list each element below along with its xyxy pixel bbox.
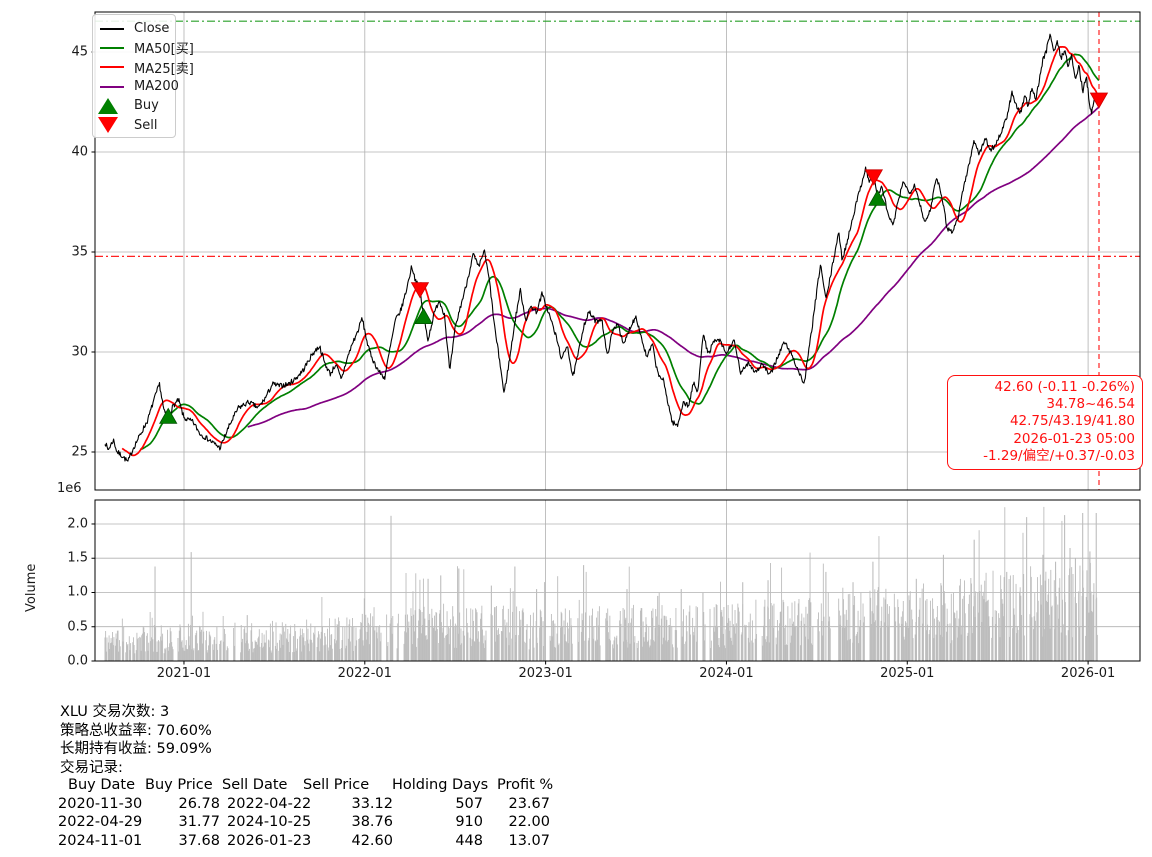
buy-price-value: 31.77 — [150, 814, 220, 830]
buy-marker-icon — [100, 98, 126, 114]
legend-label: Buy — [134, 98, 159, 113]
buy-price-value: 37.68 — [150, 833, 220, 849]
price-tick-label: 40 — [54, 145, 88, 160]
volume-axis-offset-label: 1e6 — [57, 481, 82, 496]
profit-value: 22.00 — [477, 814, 550, 830]
close-line-swatch — [100, 28, 126, 30]
sell-price-value: 38.76 — [320, 814, 393, 830]
legend-label: MA200 — [134, 79, 179, 94]
legend-label: MA50[买] — [134, 38, 194, 57]
col-buy-price: Buy Price — [145, 777, 213, 793]
legend-label: MA25[卖] — [134, 58, 194, 77]
col-holding-days: Holding Days — [392, 777, 488, 793]
trade-count-line: XLU 交易次数: 3 — [60, 703, 169, 722]
sell-marker-icon — [100, 117, 126, 133]
annotation-range-line: 34.78~46.54 — [955, 396, 1135, 413]
col-profit: Profit % — [497, 777, 553, 793]
figure: Close MA50[买] MA25[卖] MA200 Buy Sell 25 … — [0, 0, 1152, 857]
col-buy-date: Buy Date — [68, 777, 135, 793]
annotation-datetime-line: 2026-01-23 05:00 — [955, 431, 1135, 448]
x-tick-label: 2026-01 — [1061, 666, 1115, 681]
legend-item-buy: Buy — [100, 96, 175, 115]
volume-tick-label: 1.5 — [54, 551, 88, 566]
legend-label: Sell — [134, 118, 157, 133]
holding-days-value: 910 — [410, 814, 483, 830]
volume-bars — [105, 507, 1098, 661]
buy-date-value: 2022-04-29 — [58, 814, 142, 830]
volume-tick-label: 0.5 — [54, 619, 88, 634]
legend-label: Close — [134, 21, 169, 36]
legend-item-sell: Sell — [100, 115, 175, 134]
strategy-return-line: 策略总收益率: 70.60% — [60, 722, 212, 741]
sell-date-value: 2022-04-22 — [227, 796, 311, 812]
annotation-price-line: 42.60 (-0.11 -0.26%) — [955, 379, 1135, 396]
profit-value: 13.07 — [477, 833, 550, 849]
holding-days-value: 507 — [410, 796, 483, 812]
ma200-line-swatch — [100, 86, 126, 88]
trade-row: 2020-11-30 26.78 2022-04-22 33.12 507 23… — [0, 796, 620, 815]
annotation-bias-line: -1.29/偏空/+0.37/-0.03 — [955, 448, 1135, 465]
buy-date-value: 2024-11-01 — [58, 833, 142, 849]
buy-date-value: 2020-11-30 — [58, 796, 142, 812]
trade-row: 2022-04-29 31.77 2024-10-25 38.76 910 22… — [0, 814, 620, 833]
trade-row: 2024-11-01 37.68 2026-01-23 42.60 448 13… — [0, 833, 620, 852]
volume-tick-label: 2.0 — [54, 516, 88, 531]
volume-axis-label: Volume — [24, 564, 39, 612]
holding-days-value: 448 — [410, 833, 483, 849]
volume-tick-label: 1.0 — [54, 585, 88, 600]
col-sell-date: Sell Date — [222, 777, 287, 793]
legend-item-ma25: MA25[卖] — [100, 58, 175, 77]
gridlines — [95, 12, 1140, 661]
trade-markers — [160, 93, 1108, 423]
annotation-ma-line: 42.75/43.19/41.80 — [955, 413, 1135, 430]
legend-item-ma200: MA200 — [100, 77, 175, 96]
sell-date-value: 2024-10-25 — [227, 814, 311, 830]
x-tick-label: 2021-01 — [157, 666, 211, 681]
sell-price-value: 33.12 — [320, 796, 393, 812]
trade-record-title: 交易记录: — [60, 759, 123, 778]
profit-value: 23.67 — [477, 796, 550, 812]
axes — [92, 12, 1141, 665]
price-tick-label: 45 — [54, 45, 88, 60]
sell-price-value: 42.60 — [320, 833, 393, 849]
volume-tick-label: 0.0 — [54, 654, 88, 669]
trades-header-row: Buy Date Buy Price Sell Date Sell Price … — [0, 777, 620, 796]
ma25-line-swatch — [100, 66, 126, 68]
price-tick-label: 25 — [54, 445, 88, 460]
x-tick-label: 2022-01 — [338, 666, 392, 681]
sell-date-value: 2026-01-23 — [227, 833, 311, 849]
col-sell-price: Sell Price — [303, 777, 369, 793]
buy-price-value: 26.78 — [150, 796, 220, 812]
x-tick-label: 2024-01 — [699, 666, 753, 681]
ma50-line-swatch — [100, 47, 126, 49]
legend: Close MA50[买] MA25[卖] MA200 Buy Sell — [92, 14, 176, 138]
x-tick-label: 2025-01 — [880, 666, 934, 681]
legend-item-ma50: MA50[买] — [100, 38, 175, 57]
price-tick-label: 35 — [54, 245, 88, 260]
x-tick-label: 2023-01 — [518, 666, 572, 681]
buy-hold-return-line: 长期持有收益: 59.09% — [60, 740, 212, 759]
price-tick-label: 30 — [54, 345, 88, 360]
annotation-box: 42.60 (-0.11 -0.26%) 34.78~46.54 42.75/4… — [947, 375, 1143, 470]
legend-item-close: Close — [100, 19, 175, 38]
